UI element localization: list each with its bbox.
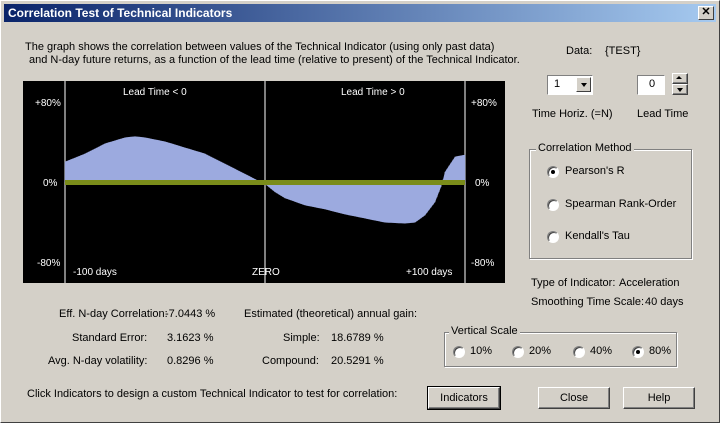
smoothing-scale-label: Smoothing Time Scale: [531, 296, 645, 308]
radio-spearman-label: Spearman Rank-Order [565, 198, 677, 210]
description-line-2: and N-day future returns, as a function … [29, 54, 520, 66]
close-button[interactable]: Close [538, 387, 610, 409]
compound-gain-label: Compound: [262, 355, 319, 367]
lead-time-up-button[interactable] [672, 73, 688, 84]
data-value: {TEST} [605, 45, 641, 57]
standard-error-value: 3.1623 % [167, 332, 214, 344]
close-window-button[interactable]: ✕ [698, 6, 714, 20]
vertical-scale-title: Vertical Scale [449, 325, 520, 337]
correlation-method-group: Correlation Method Pearson's R Spearman … [529, 142, 692, 259]
y-tick-zero-right: 0% [475, 178, 490, 189]
lead-time-down-button[interactable] [672, 84, 688, 95]
lead-time-label: Lead Time [637, 108, 689, 120]
spin-up-icon [676, 76, 682, 79]
vertical-scale-group: Vertical Scale 10% 20% 40% 80% [444, 325, 677, 367]
data-label: Data: [566, 45, 593, 57]
radio-pearson-label: Pearson's R [565, 165, 625, 177]
correlation-method-title: Correlation Method [536, 142, 634, 154]
zero-line [65, 180, 465, 185]
time-horizon-label: Time Horiz. (=N) [532, 108, 613, 120]
radio-scale-20-label: 20% [529, 345, 552, 357]
radio-scale-40-label: 40% [590, 345, 613, 357]
x-tick-right: +100 days [406, 267, 453, 278]
correlation-label: Eff. N-day Correlation: [59, 308, 168, 320]
radio-scale-10-label: 10% [470, 345, 493, 357]
correlation-chart: Lead Time < 0 Lead Time > 0 +80% +80% 0%… [23, 81, 505, 283]
radio-scale-80-label: 80% [649, 345, 672, 357]
x-tick-center: ZERO [252, 267, 280, 278]
lead-time-value: 0 [649, 78, 656, 90]
description-line-1: The graph shows the correlation between … [25, 41, 495, 53]
indicators-hint: Click Indicators to design a custom Tech… [27, 388, 398, 400]
radio-kendall-label: Kendall's Tau [565, 230, 630, 242]
close-icon: ✕ [701, 6, 711, 18]
y-tick-top-left: +80% [35, 98, 61, 109]
indicator-type-value: Acceleration [619, 277, 680, 289]
spin-down-icon [677, 88, 683, 92]
lead-time-input[interactable]: 0 [637, 75, 665, 95]
radio-scale-10-button[interactable] [453, 346, 465, 358]
radio-scale-40-button[interactable] [573, 346, 585, 358]
help-button[interactable]: Help [623, 387, 695, 409]
title-bar[interactable]: Correlation Test of Technical Indicators… [4, 4, 716, 22]
radio-spearman-button[interactable] [547, 199, 559, 211]
y-tick-zero-left: 0% [43, 178, 58, 189]
radio-scale-20-button[interactable] [512, 346, 524, 358]
annual-gain-label: Estimated (theoretical) annual gain: [244, 308, 418, 320]
volatility-value: 0.8296 % [167, 355, 214, 367]
y-tick-top-right: +80% [471, 98, 497, 109]
dropdown-arrow-icon[interactable] [576, 77, 591, 92]
chart-label-lead-positive: Lead Time > 0 [341, 87, 405, 98]
window-title: Correlation Test of Technical Indicators [8, 6, 233, 20]
x-tick-left: -100 days [73, 267, 117, 278]
y-tick-bottom-right: -80% [471, 258, 495, 269]
indicator-type-label: Type of Indicator: [531, 277, 616, 289]
chart-canvas [64, 81, 466, 283]
time-horizon-value: 1 [554, 78, 561, 90]
simple-gain-label: Simple: [283, 332, 320, 344]
radio-pearson-button[interactable] [547, 166, 559, 178]
smoothing-scale-value: 40 days [645, 296, 684, 308]
time-horizon-select[interactable]: 1 [547, 75, 593, 95]
y-tick-bottom-left: -80% [37, 258, 61, 269]
indicators-button[interactable]: Indicators [427, 386, 501, 410]
chart-label-lead-negative: Lead Time < 0 [123, 87, 187, 98]
correlation-value: -7.0443 % [165, 308, 216, 320]
volatility-label: Avg. N-day volatility: [48, 355, 148, 367]
radio-kendall-button[interactable] [547, 231, 559, 243]
standard-error-label: Standard Error: [72, 332, 148, 344]
dialog-window: Correlation Test of Technical Indicators… [0, 0, 720, 423]
radio-scale-80-button[interactable] [632, 346, 644, 358]
simple-gain-value: 18.6789 % [331, 332, 384, 344]
compound-gain-value: 20.5291 % [331, 355, 384, 367]
